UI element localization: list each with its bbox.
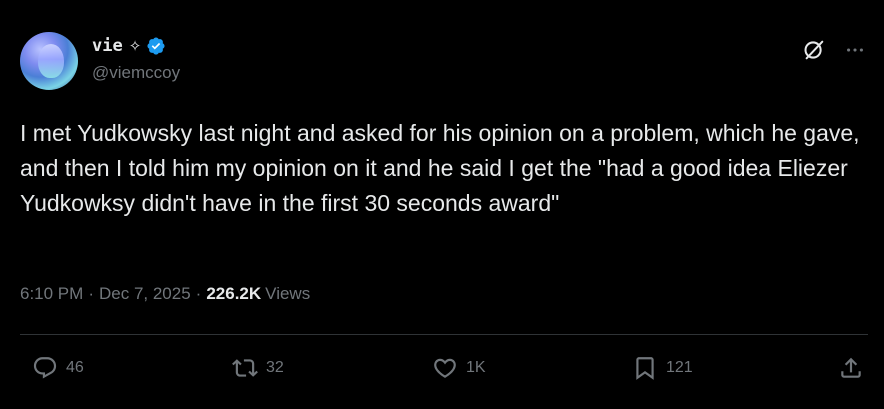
reply-count: 46	[66, 359, 84, 376]
repost-icon	[232, 359, 258, 377]
handle[interactable]: @viemccoy	[92, 63, 180, 83]
views-count[interactable]: 226.2K	[206, 284, 261, 304]
like-count: 1K	[466, 359, 486, 376]
repost-count: 32	[266, 359, 284, 376]
like-button[interactable]: 1K	[432, 355, 486, 381]
share-button[interactable]	[838, 355, 864, 381]
action-bar: 46 32 1K 121	[20, 355, 866, 387]
grok-icon[interactable]	[802, 38, 826, 67]
display-name[interactable]: vie	[92, 36, 123, 56]
reply-icon	[33, 357, 57, 379]
meta-separator: ·	[195, 284, 202, 303]
verified-badge-icon[interactable]	[146, 36, 166, 56]
tweet-text: I met Yudkowsky last night and asked for…	[20, 120, 866, 216]
display-name-row: vie ✧	[92, 34, 180, 58]
more-icon[interactable]	[844, 39, 866, 66]
sparkle-icon: ✧	[128, 37, 142, 55]
repost-button[interactable]: 32	[232, 355, 284, 381]
divider	[20, 334, 868, 335]
timestamp-date[interactable]: Dec 7, 2025	[99, 284, 191, 304]
views-label: Views	[265, 284, 311, 303]
top-actions	[802, 38, 866, 67]
meta-separator: ·	[88, 284, 94, 303]
tweet-header: vie ✧ @viemccoy	[20, 32, 866, 92]
reply-button[interactable]: 46	[32, 355, 84, 381]
bookmark-icon	[636, 357, 654, 380]
bookmark-count: 121	[666, 359, 693, 376]
author-block: vie ✧ @viemccoy	[92, 34, 180, 83]
tweet-meta: 6:10 PM · Dec 7, 2025 · 226.2K Views	[20, 284, 310, 304]
timestamp-time[interactable]: 6:10 PM	[20, 284, 83, 304]
avatar[interactable]	[20, 32, 78, 90]
bookmark-button[interactable]: 121	[632, 355, 693, 381]
share-icon	[841, 357, 861, 378]
like-icon	[434, 358, 456, 378]
